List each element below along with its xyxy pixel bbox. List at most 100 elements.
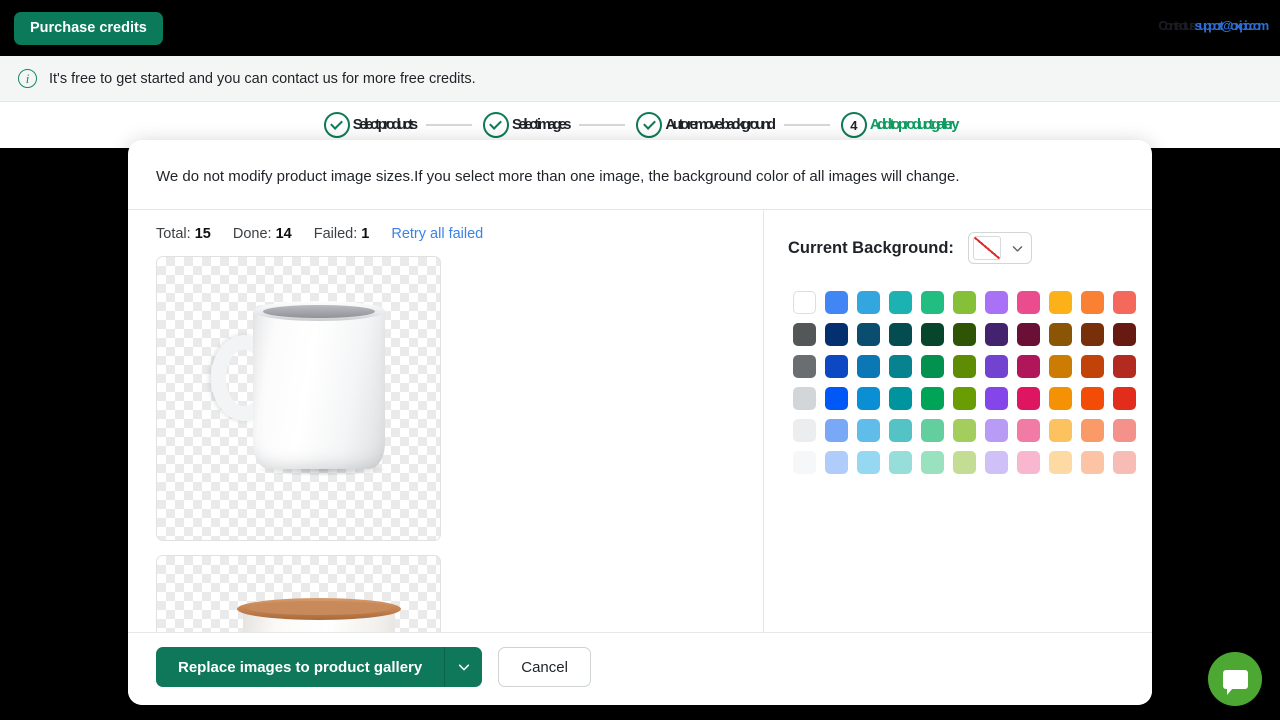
color-swatch-5-7[interactable] bbox=[1016, 450, 1040, 474]
color-swatch-0-3[interactable] bbox=[888, 290, 912, 314]
color-swatch-5-6[interactable] bbox=[984, 450, 1008, 474]
step-auto-remove-background[interactable]: Auto remove background bbox=[636, 112, 776, 138]
color-swatch-0-5[interactable] bbox=[952, 290, 976, 314]
step-connector bbox=[425, 124, 472, 126]
step-add-to-product-gallery[interactable]: 4 Add to product gallery bbox=[840, 112, 960, 138]
color-swatch-4-9[interactable] bbox=[1080, 418, 1104, 442]
contact-label: Contact us: bbox=[1158, 18, 1198, 33]
color-swatch-1-1[interactable] bbox=[824, 322, 848, 346]
color-swatch-cell bbox=[916, 286, 948, 318]
thumbnail-white-ceramic-mug[interactable] bbox=[156, 256, 441, 541]
info-banner-text: It's free to get started and you can con… bbox=[49, 70, 476, 87]
color-swatch-2-8[interactable] bbox=[1048, 354, 1072, 378]
color-swatch-5-2[interactable] bbox=[856, 450, 880, 474]
color-swatch-cell bbox=[1108, 414, 1140, 446]
color-swatch-0-2[interactable] bbox=[856, 290, 880, 314]
color-swatch-3-0[interactable] bbox=[792, 386, 816, 410]
step-select-images[interactable]: Select images bbox=[482, 112, 572, 138]
color-swatch-2-0[interactable] bbox=[792, 354, 816, 378]
color-swatch-0-4[interactable] bbox=[920, 290, 944, 314]
color-swatch-1-7[interactable] bbox=[1016, 322, 1040, 346]
color-swatch-1-5[interactable] bbox=[952, 322, 976, 346]
color-swatch-4-3[interactable] bbox=[888, 418, 912, 442]
modal-footer: Replace images to product gallery Cancel bbox=[128, 632, 1152, 705]
color-swatch-0-1[interactable] bbox=[824, 290, 848, 314]
color-swatch-4-6[interactable] bbox=[984, 418, 1008, 442]
color-swatch-1-3[interactable] bbox=[888, 322, 912, 346]
color-swatch-4-7[interactable] bbox=[1016, 418, 1040, 442]
color-swatch-cell bbox=[852, 350, 884, 382]
color-swatch-3-7[interactable] bbox=[1016, 386, 1040, 410]
replace-images-dropdown-toggle[interactable] bbox=[444, 647, 483, 687]
color-swatch-3-10[interactable] bbox=[1112, 386, 1136, 410]
retry-all-failed-link[interactable]: Retry all failed bbox=[391, 226, 483, 242]
color-swatch-5-10[interactable] bbox=[1112, 450, 1136, 474]
color-swatch-3-4[interactable] bbox=[920, 386, 944, 410]
color-swatch-1-4[interactable] bbox=[920, 322, 944, 346]
color-swatch-cell bbox=[980, 382, 1012, 414]
color-swatch-cell bbox=[1012, 350, 1044, 382]
color-swatch-3-1[interactable] bbox=[824, 386, 848, 410]
color-swatch-5-4[interactable] bbox=[920, 450, 944, 474]
purchase-credits-button[interactable]: Purchase credits bbox=[14, 12, 163, 45]
cancel-button[interactable]: Cancel bbox=[498, 647, 591, 687]
color-swatch-2-9[interactable] bbox=[1080, 354, 1104, 378]
color-swatch-4-0[interactable] bbox=[792, 418, 816, 442]
contact-email-link[interactable]: support@oxipic.com bbox=[1195, 18, 1270, 33]
color-swatch-3-8[interactable] bbox=[1048, 386, 1072, 410]
color-swatch-2-3[interactable] bbox=[888, 354, 912, 378]
color-swatch-4-10[interactable] bbox=[1112, 418, 1136, 442]
replace-images-button[interactable]: Replace images to product gallery bbox=[156, 647, 445, 687]
color-swatch-cell bbox=[852, 414, 884, 446]
color-swatch-3-5[interactable] bbox=[952, 386, 976, 410]
color-swatch-4-8[interactable] bbox=[1048, 418, 1072, 442]
color-swatch-3-9[interactable] bbox=[1080, 386, 1104, 410]
step-1-label: Select products bbox=[352, 117, 418, 133]
color-swatch-1-0[interactable] bbox=[792, 322, 816, 346]
color-swatch-3-3[interactable] bbox=[888, 386, 912, 410]
color-swatch-0-9[interactable] bbox=[1080, 290, 1104, 314]
color-swatch-5-9[interactable] bbox=[1080, 450, 1104, 474]
color-swatch-0-0[interactable] bbox=[792, 290, 816, 314]
color-swatch-4-1[interactable] bbox=[824, 418, 848, 442]
failed-label: Failed: bbox=[313, 226, 358, 242]
color-swatch-0-8[interactable] bbox=[1048, 290, 1072, 314]
color-swatch-1-9[interactable] bbox=[1080, 322, 1104, 346]
color-swatch-cell bbox=[884, 446, 916, 478]
color-swatch-2-10[interactable] bbox=[1112, 354, 1136, 378]
color-swatch-4-5[interactable] bbox=[952, 418, 976, 442]
step-select-products[interactable]: Select products bbox=[323, 112, 418, 138]
color-swatch-cell bbox=[980, 350, 1012, 382]
color-swatch-cell bbox=[1012, 446, 1044, 478]
color-swatch-0-7[interactable] bbox=[1016, 290, 1040, 314]
step-2-label: Select images bbox=[511, 117, 572, 133]
color-swatch-1-2[interactable] bbox=[856, 322, 880, 346]
color-swatch-5-8[interactable] bbox=[1048, 450, 1072, 474]
color-swatch-4-2[interactable] bbox=[856, 418, 880, 442]
color-swatch-5-0[interactable] bbox=[792, 450, 816, 474]
color-swatch-2-7[interactable] bbox=[1016, 354, 1040, 378]
color-swatch-cell bbox=[1012, 318, 1044, 350]
color-swatch-2-5[interactable] bbox=[952, 354, 976, 378]
color-swatch-1-6[interactable] bbox=[984, 322, 1008, 346]
color-swatch-2-4[interactable] bbox=[920, 354, 944, 378]
color-swatch-3-2[interactable] bbox=[856, 386, 880, 410]
color-swatch-3-6[interactable] bbox=[984, 386, 1008, 410]
color-swatch-5-1[interactable] bbox=[824, 450, 848, 474]
color-swatch-cell bbox=[916, 414, 948, 446]
color-swatch-0-6[interactable] bbox=[984, 290, 1008, 314]
color-swatch-1-8[interactable] bbox=[1048, 322, 1072, 346]
color-swatch-0-10[interactable] bbox=[1112, 290, 1136, 314]
color-swatch-5-5[interactable] bbox=[952, 450, 976, 474]
thumbnail-enamel-coffee-mug[interactable]: COFFEEMOCKUP PLACE YOUR DESIGN HERE bbox=[156, 555, 441, 632]
step-4-label: Add to product gallery bbox=[869, 117, 960, 133]
current-background-select[interactable] bbox=[967, 232, 1032, 264]
step-connector bbox=[783, 124, 830, 126]
chat-widget-button[interactable] bbox=[1208, 652, 1262, 706]
color-swatch-2-1[interactable] bbox=[824, 354, 848, 378]
color-swatch-2-2[interactable] bbox=[856, 354, 880, 378]
color-swatch-2-6[interactable] bbox=[984, 354, 1008, 378]
color-swatch-4-4[interactable] bbox=[920, 418, 944, 442]
color-swatch-5-3[interactable] bbox=[888, 450, 912, 474]
color-swatch-1-10[interactable] bbox=[1112, 322, 1136, 346]
